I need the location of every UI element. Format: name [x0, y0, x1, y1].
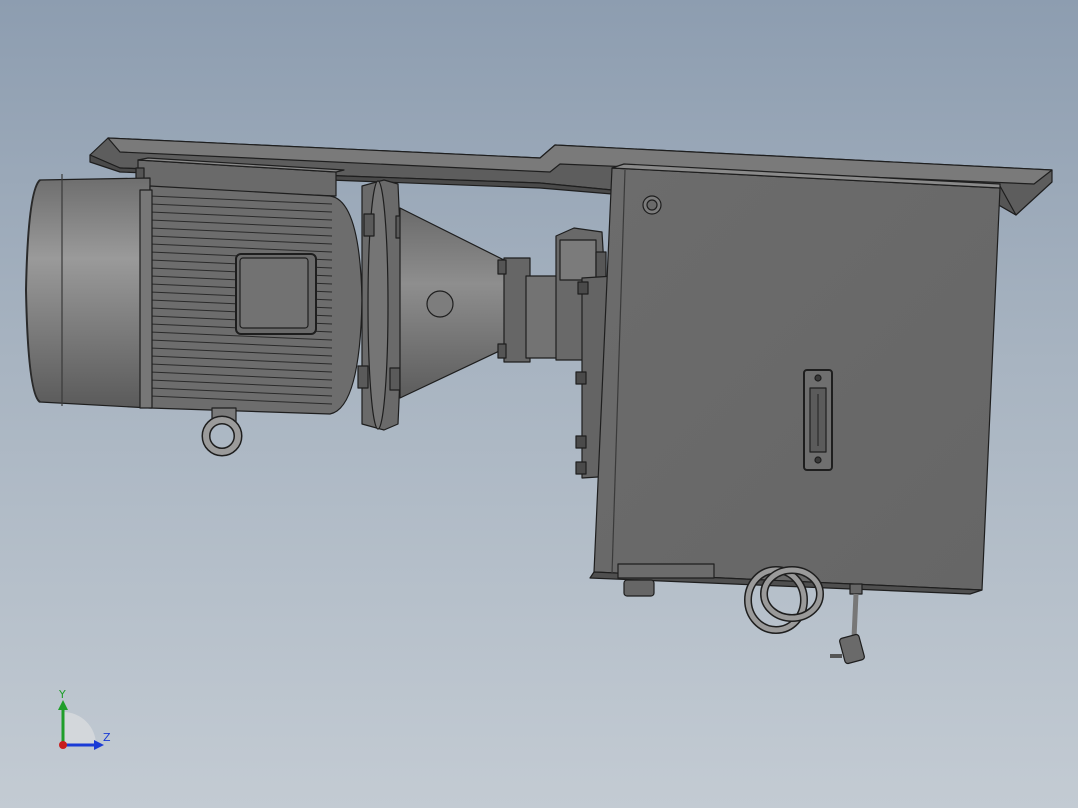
z-axis-label: Z [103, 731, 111, 744]
electric-motor [25, 174, 363, 457]
y-axis-label: Y [59, 688, 66, 701]
motor-terminal-plate [235, 253, 317, 335]
motor-flange [357, 179, 407, 431]
oil-level-gauge [803, 369, 833, 471]
model-canvas[interactable] [0, 0, 1078, 808]
hydraulic-tank [589, 163, 1001, 595]
x-axis-origin [59, 741, 67, 749]
lifting-eye [201, 407, 243, 457]
bell-housing [399, 207, 511, 399]
graphics-viewport[interactable]: Y Z [0, 0, 1078, 808]
temperature-sensor [830, 583, 865, 665]
coordinate-triad [58, 700, 104, 750]
hydraulic-power-unit-model [25, 137, 1053, 665]
